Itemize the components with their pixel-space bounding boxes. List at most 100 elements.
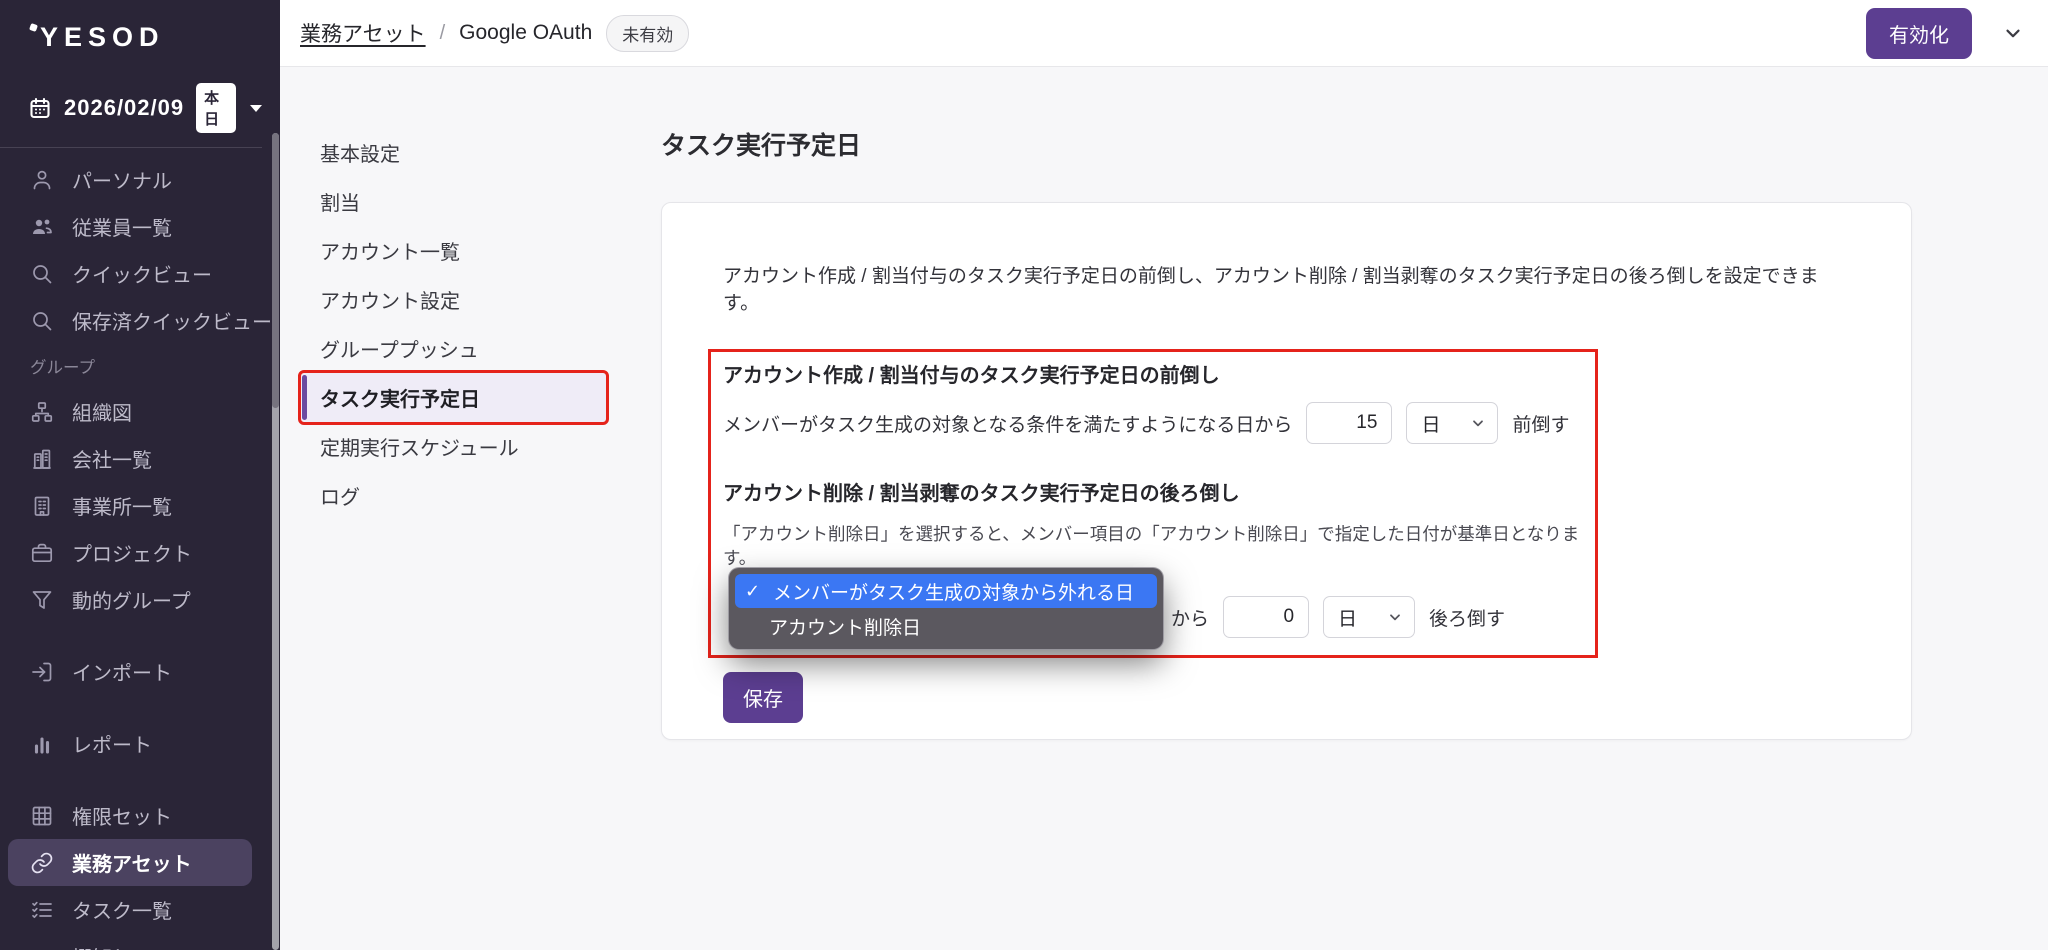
postpone-section-heading: アカウント削除 / 割当剥奪のタスク実行予定日の後ろ倒し — [723, 483, 1240, 505]
briefcase-icon — [30, 541, 54, 565]
grid-icon — [30, 804, 54, 828]
base-date-dropdown-menu: ✓ メンバーがタスク生成の対象から外れる日 アカウント削除日 — [729, 568, 1163, 649]
sidebar-item-companies[interactable]: 会社一覧 — [0, 435, 280, 482]
sidebar-item-offices[interactable]: 事業所一覧 — [0, 482, 280, 529]
search-icon — [30, 262, 54, 286]
advance-row: メンバーがタスク生成の対象となる条件を満たすようになる日から 日 前倒す — [723, 402, 1595, 444]
settings-card: アカウント作成 / 割当付与のタスク実行予定日の前倒し、アカウント削除 / 割当… — [661, 202, 1912, 740]
postpone-unit-value: 日 — [1338, 608, 1358, 630]
annotation-rectangle: アカウント作成 / 割当付与のタスク実行予定日の前倒し メンバーがタスク生成の対… — [708, 349, 1598, 658]
filter-icon — [30, 588, 54, 612]
breadcrumb-parent-link[interactable]: 業務アセット — [300, 18, 426, 48]
advance-unit-value: 日 — [1421, 414, 1441, 436]
advance-label: メンバーがタスク生成の対象となる条件を満たすようになる日から — [723, 414, 1293, 436]
sidebar-item-inventory[interactable]: 棚卸し — [0, 933, 280, 950]
postpone-days-input[interactable] — [1223, 596, 1310, 638]
card-description: アカウント作成 / 割当付与のタスク実行予定日の前倒し、アカウント削除 / 割当… — [723, 266, 1819, 314]
nav-gap — [0, 695, 280, 720]
sidebar-item-label: 業務アセット — [72, 854, 192, 876]
sidebar-item-personal[interactable]: パーソナル — [0, 156, 280, 203]
org-chart-icon — [30, 400, 54, 424]
building-icon — [30, 494, 54, 518]
date-caret-icon[interactable] — [248, 101, 264, 115]
chevron-down-icon[interactable] — [2002, 22, 2024, 44]
app-logo-text: YESOD — [40, 22, 165, 52]
activate-button[interactable]: 有効化 — [1866, 7, 1972, 59]
checklist-icon — [30, 898, 54, 922]
postpone-note: 「アカウント削除日」を選択すると、メンバー項目の「アカウント削除日」で指定した日… — [723, 524, 1580, 568]
sidebar-item-employees[interactable]: 従業員一覧 — [0, 203, 280, 250]
sidebar-nav: パーソナル 従業員一覧 クイックビュー 保存済クイックビュー グループ 組織図 … — [0, 148, 280, 950]
current-date: 2026/02/09 — [64, 95, 185, 120]
subnav-item-assignment[interactable]: 割当 — [301, 177, 606, 226]
app-logo: YESOD — [0, 0, 280, 53]
import-icon — [30, 660, 54, 684]
sidebar-item-projects[interactable]: プロジェクト — [0, 529, 280, 576]
sidebar-item-org-chart[interactable]: 組織図 — [0, 388, 280, 435]
sidebar-scrollbar-thumb[interactable] — [272, 133, 279, 408]
cloud-download-icon — [30, 945, 54, 950]
active-indicator-bar — [302, 375, 307, 420]
person-icon — [30, 168, 54, 192]
dropdown-option[interactable]: アカウント削除日 — [735, 608, 1157, 643]
postpone-suffix: 後ろ倒す — [1429, 608, 1506, 630]
advance-suffix: 前倒す — [1512, 414, 1570, 436]
search-icon — [30, 309, 54, 333]
settings-subnav: 基本設定 割当 アカウント一覧 アカウント設定 グループプッシュ タスク実行予定… — [280, 68, 630, 520]
sidebar-item-label: インポート — [72, 663, 172, 685]
status-badge: 未有効 — [606, 14, 690, 52]
subnav-item-account-settings[interactable]: アカウント設定 — [301, 275, 606, 324]
subnav-item-log[interactable]: ログ — [301, 471, 606, 520]
sidebar-section-groups: グループ — [30, 359, 96, 377]
subnav-item-group-push[interactable]: グループプッシュ — [301, 324, 606, 373]
advance-section-heading: アカウント作成 / 割当付与のタスク実行予定日の前倒し — [723, 365, 1220, 387]
postpone-unit-select[interactable]: 日 — [1323, 596, 1416, 638]
breadcrumb-separator: / — [439, 21, 446, 44]
sidebar-item-label: 組織図 — [72, 403, 132, 425]
sidebar-item-label: 権限セット — [72, 807, 172, 829]
sidebar-item-label: レポート — [72, 735, 152, 757]
buildings-icon — [30, 447, 54, 471]
sidebar-item-label: 棚卸し — [72, 942, 132, 950]
bar-chart-icon — [30, 732, 54, 756]
people-icon — [30, 215, 54, 239]
primary-sidebar: YESOD 2026/02/09 本日 パーソナル 従業員一覧 クイックビュー … — [0, 0, 280, 950]
sidebar-item-quick-view[interactable]: クイックビュー — [0, 250, 280, 297]
link-icon — [30, 851, 54, 875]
logo-mark-icon — [29, 23, 38, 32]
dropdown-option-selected[interactable]: ✓ メンバーがタスク生成の対象から外れる日 — [735, 574, 1157, 608]
sidebar-item-business-assets[interactable]: 業務アセット — [8, 839, 252, 886]
top-bar: 業務アセット / Google OAuth 未有効 有効化 — [280, 0, 2048, 67]
postpone-from-label: から — [1171, 608, 1210, 630]
date-selector[interactable]: 2026/02/09 本日 — [0, 83, 280, 147]
sidebar-item-label: プロジェクト — [72, 544, 192, 566]
breadcrumb-current: Google OAuth — [459, 21, 593, 44]
nav-gap — [0, 623, 280, 648]
dropdown-option-label: メンバーがタスク生成の対象から外れる日 — [773, 582, 1135, 604]
today-badge: 本日 — [196, 83, 236, 133]
save-button[interactable]: 保存 — [723, 672, 803, 723]
advance-days-input[interactable] — [1306, 402, 1393, 444]
sidebar-item-import[interactable]: インポート — [0, 648, 280, 695]
sidebar-item-label: パーソナル — [72, 171, 172, 193]
subnav-item-label: タスク実行予定日 — [320, 389, 480, 411]
calendar-icon — [28, 96, 52, 120]
chevron-down-icon — [1470, 415, 1486, 431]
sidebar-item-permission-sets[interactable]: 権限セット — [0, 792, 280, 839]
sidebar-item-label: クイックビュー — [72, 265, 212, 287]
sidebar-item-dynamic-groups[interactable]: 動的グループ — [0, 576, 280, 623]
sidebar-item-label: 動的グループ — [72, 591, 191, 613]
subnav-item-basic-settings[interactable]: 基本設定 — [301, 128, 606, 177]
sidebar-item-label: タスク一覧 — [72, 901, 172, 923]
sidebar-item-label: 保存済クイックビュー — [72, 312, 272, 334]
subnav-item-task-scheduled-date[interactable]: タスク実行予定日 — [298, 370, 609, 425]
sidebar-item-label: 会社一覧 — [72, 450, 152, 472]
subnav-item-account-list[interactable]: アカウント一覧 — [301, 226, 606, 275]
subnav-item-recurring-schedule[interactable]: 定期実行スケジュール — [301, 422, 606, 471]
main-content: タスク実行予定日 アカウント作成 / 割当付与のタスク実行予定日の前倒し、アカウ… — [630, 68, 2048, 950]
sidebar-item-task-list[interactable]: タスク一覧 — [0, 886, 280, 933]
sidebar-item-reports[interactable]: レポート — [0, 720, 280, 767]
advance-unit-select[interactable]: 日 — [1406, 402, 1499, 444]
page-title: タスク実行予定日 — [661, 132, 862, 160]
sidebar-item-saved-quick-view[interactable]: 保存済クイックビュー — [0, 297, 280, 344]
